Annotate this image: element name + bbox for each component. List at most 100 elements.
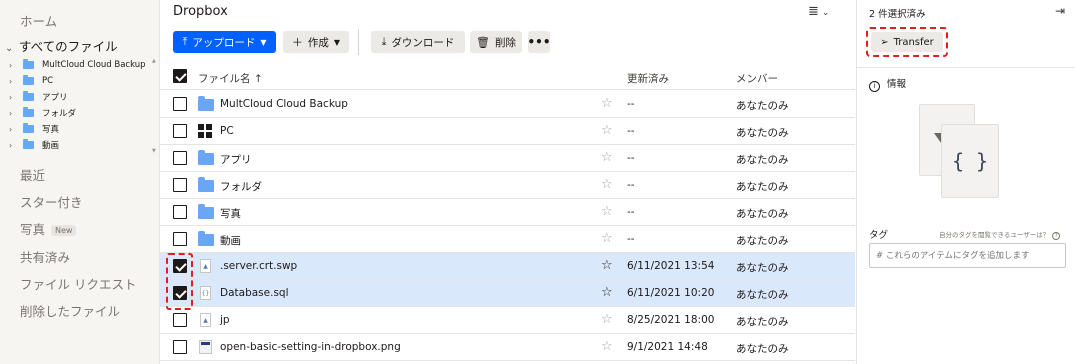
star-icon[interactable]: ☆	[601, 312, 613, 327]
file-name[interactable]: 写真	[220, 206, 241, 221]
upload-icon: ⤒	[182, 35, 188, 48]
tree-item[interactable]: › MultCloud Cloud Backup	[9, 57, 146, 73]
info-icon: i	[869, 81, 880, 92]
row-checkbox[interactable]	[173, 124, 187, 138]
table-row[interactable]: 動画 ☆ -- あなたのみ	[160, 226, 855, 253]
sidebar-item-recent[interactable]: 最近	[20, 165, 45, 184]
folder-icon	[23, 59, 34, 69]
row-checkbox[interactable]	[173, 178, 187, 192]
row-checkbox[interactable]	[173, 97, 187, 111]
tag-label: タグ	[869, 230, 889, 241]
star-icon[interactable]: ☆	[601, 96, 613, 111]
file-name[interactable]: jp	[220, 314, 230, 326]
table-row[interactable]: ▲ jp ☆ 8/25/2021 18:00 あなたのみ	[160, 307, 855, 334]
transfer-highlight: ➢ Transfer	[866, 27, 948, 57]
file-name[interactable]: フォルダ	[220, 179, 262, 194]
sidebar-item-all-files[interactable]: ⌄ すべてのファイル	[5, 36, 118, 55]
star-icon[interactable]: ☆	[601, 285, 613, 300]
file-name[interactable]: open-basic-setting-in-dropbox.png	[220, 341, 401, 353]
tree-item-label: アプリ	[42, 93, 68, 103]
file-name[interactable]: Database.sql	[220, 287, 289, 299]
file-name[interactable]: アプリ	[220, 152, 252, 167]
chevron-down-icon: ⌄	[5, 43, 14, 54]
view-toggle[interactable]: ≣ ⌄	[808, 4, 829, 19]
folder-icon	[23, 123, 34, 133]
help-icon: ?	[1052, 232, 1061, 240]
sidebar-item-starred[interactable]: スター付き	[20, 192, 83, 211]
info-section-header: i 情報	[869, 76, 906, 92]
tree-item[interactable]: › 写真	[9, 121, 59, 137]
file-name[interactable]: .server.crt.swp	[220, 260, 297, 272]
star-icon[interactable]: ☆	[601, 150, 613, 165]
sidebar-item-file-requests[interactable]: ファイル リクエスト	[20, 274, 136, 293]
tree-item[interactable]: › フォルダ	[9, 105, 76, 121]
transfer-button[interactable]: ➢ Transfer	[871, 32, 943, 52]
tree-item[interactable]: › アプリ	[9, 89, 68, 105]
row-checkbox[interactable]	[173, 340, 187, 354]
file-modified: 8/25/2021 18:00	[627, 314, 715, 326]
row-checkbox[interactable]	[173, 151, 187, 165]
chevron-right-icon[interactable]: ›	[9, 93, 23, 102]
sidebar-item-photos[interactable]: 写真 New	[20, 219, 77, 238]
file-members: あなたのみ	[736, 100, 789, 112]
tree-scrollbar[interactable]	[152, 58, 158, 154]
file-icon: ▲	[200, 313, 211, 327]
column-header-modified[interactable]: 更新済み	[627, 71, 669, 86]
file-modified: --	[627, 125, 635, 137]
column-header-members[interactable]: メンバー	[736, 71, 778, 86]
chevron-right-icon[interactable]: ›	[9, 61, 23, 70]
table-row[interactable]: open-basic-setting-in-dropbox.png ☆ 9/1/20…	[160, 334, 855, 361]
sort-ascending-icon: ↑	[253, 73, 263, 85]
tag-visibility-hint[interactable]: 自分のタグを閲覧できるユーザーは？?	[939, 229, 1061, 240]
star-icon[interactable]: ☆	[601, 231, 613, 246]
file-name[interactable]: PC	[220, 125, 234, 137]
chevron-right-icon[interactable]: ›	[9, 125, 23, 134]
file-name[interactable]: 動画	[220, 233, 241, 248]
file-members: あなたのみ	[736, 127, 789, 139]
breadcrumb[interactable]: Dropbox	[173, 4, 228, 19]
tree-item-label: 動画	[42, 141, 60, 151]
table-row[interactable]: 写真 ☆ -- あなたのみ	[160, 199, 855, 226]
file-modified: --	[627, 179, 635, 191]
sidebar-item-home[interactable]: ホーム	[20, 11, 57, 30]
delete-button[interactable]: 🗑 削除	[470, 31, 522, 53]
select-all-checkbox[interactable]	[173, 69, 187, 83]
sidebar-item-deleted-files[interactable]: 削除したファイル	[20, 301, 120, 320]
chevron-right-icon[interactable]: ›	[9, 141, 23, 150]
create-label: 作成	[307, 36, 329, 49]
trash-icon: 🗑	[476, 35, 490, 49]
download-button[interactable]: ⤓ ダウンロード	[371, 31, 465, 53]
upload-button[interactable]: ⤒ アップロード ▼	[173, 31, 276, 53]
more-options-button[interactable]: •••	[528, 31, 551, 53]
row-checkbox[interactable]	[173, 313, 187, 327]
star-icon[interactable]: ☆	[601, 339, 613, 354]
folder-icon	[198, 204, 214, 219]
chevron-right-icon[interactable]: ›	[9, 77, 23, 86]
file-name[interactable]: MultCloud Cloud Backup	[220, 98, 348, 110]
table-row[interactable]: {} Database.sql ☆ 6/11/2021 10:20 あなたのみ	[160, 280, 855, 307]
tag-input[interactable]	[869, 243, 1066, 268]
star-icon[interactable]: ☆	[601, 204, 613, 219]
chevron-right-icon[interactable]: ›	[9, 109, 23, 118]
table-row[interactable]: フォルダ ☆ -- あなたのみ	[160, 172, 855, 199]
close-panel-icon[interactable]: ⇥	[1055, 4, 1065, 18]
star-icon[interactable]: ☆	[601, 123, 613, 138]
tree-item[interactable]: › 動画	[9, 137, 59, 153]
star-icon[interactable]: ☆	[601, 258, 613, 273]
table-row[interactable]: アプリ ☆ -- あなたのみ	[160, 145, 855, 172]
tree-item[interactable]: › PC	[9, 73, 53, 89]
table-row[interactable]: ▲ .server.crt.swp ☆ 6/11/2021 13:54 あなたのみ	[160, 253, 855, 280]
sidebar-item-shared[interactable]: 共有済み	[20, 247, 70, 266]
row-checkbox[interactable]	[173, 232, 187, 246]
table-row[interactable]: MultCloud Cloud Backup ☆ -- あなたのみ	[160, 91, 855, 118]
details-panel: 2 件選択済み ⇥ ➢ Transfer i 情報 { } タグ 自分のタグを閲覧で…	[856, 0, 1075, 364]
row-checkbox[interactable]	[173, 205, 187, 219]
toolbar-divider	[358, 29, 359, 55]
column-header-name[interactable]: ファイル名 ↑	[198, 71, 263, 86]
sidebar-item-label: すべてのファイル	[19, 39, 118, 54]
star-icon[interactable]: ☆	[601, 177, 613, 192]
delete-label: 削除	[494, 36, 516, 49]
table-row[interactable]: PC ☆ -- あなたのみ	[160, 118, 855, 145]
create-button[interactable]: ＋ 作成 ▼	[283, 31, 349, 53]
folder-icon	[198, 150, 214, 165]
